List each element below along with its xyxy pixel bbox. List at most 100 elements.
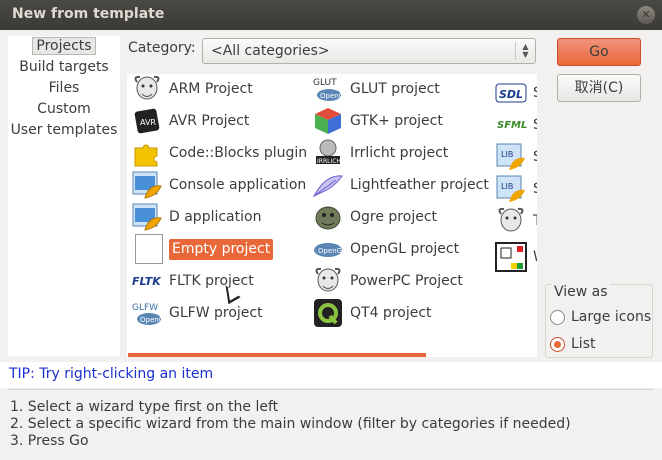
sidebar-item-projects[interactable]: Projects: [8, 36, 120, 57]
cancel-button[interactable]: 取消(C): [557, 74, 641, 102]
svg-text:AVR: AVR: [140, 118, 156, 127]
list-item[interactable]: Code::Blocks plugin: [131, 138, 307, 168]
window-title: New from template: [12, 6, 165, 22]
svg-text:GLFW: GLFW: [132, 303, 158, 313]
list-item[interactable]: GTK+ project: [312, 106, 443, 136]
list-radio[interactable]: List: [550, 336, 595, 352]
horizontal-scrollbar[interactable]: [128, 353, 426, 357]
list-item[interactable]: ARM Project: [131, 74, 253, 104]
list-item[interactable]: GLUT OpenGL GLUT project: [312, 74, 440, 104]
list-item[interactable]: D application: [131, 202, 261, 232]
glfw-opengl-icon: GLFW OpenGL: [131, 298, 168, 328]
category-value: <All categories>: [211, 43, 330, 59]
view-as-legend: View as: [552, 284, 610, 300]
list-item-label: S: [533, 181, 537, 197]
list-item-label: Lightfeather project: [350, 177, 489, 193]
list-item-label: GLFW project: [169, 305, 263, 321]
list-item-label: ARM Project: [169, 81, 253, 97]
feather-icon: [312, 170, 344, 200]
close-button[interactable]: ✕: [637, 6, 655, 24]
svg-text:OpenGL: OpenGL: [318, 247, 344, 255]
sidebar-item-files[interactable]: Files: [8, 78, 120, 99]
sfml-icon: SFML: [495, 110, 527, 140]
list-item[interactable]: SDL S: [495, 78, 537, 108]
list-item[interactable]: SFML S: [495, 110, 537, 140]
tip-bar: TIP: Try right-clicking an item: [0, 362, 662, 388]
large-icons-label: Large icons: [571, 309, 652, 325]
radio-off-icon: [550, 309, 565, 325]
gtk-cube-icon: [312, 106, 344, 136]
list-item[interactable]: LIB S: [495, 174, 537, 204]
list-item-label: PowerPC Project: [350, 273, 463, 289]
tip-text: TIP: Try right-clicking an item: [9, 366, 214, 382]
avr-chip-icon: AVR: [131, 106, 163, 136]
list-item-selected[interactable]: Empty project: [131, 234, 274, 264]
list-item-label: T: [533, 213, 537, 229]
category-select[interactable]: <All categories> ▲ ▼: [202, 38, 536, 64]
sidebar-item-user-templates[interactable]: User templates: [8, 120, 120, 141]
list-item-label: D application: [169, 209, 262, 225]
list-item[interactable]: PowerPC Project: [312, 266, 463, 296]
list-item-label: GLUT project: [350, 81, 440, 97]
list-item-label: S: [533, 85, 537, 101]
list-item[interactable]: AVR AVR Project: [131, 106, 249, 136]
puzzle-piece-icon: [131, 138, 163, 168]
list-item-label: Code::Blocks plugin: [169, 145, 308, 161]
gnu-icon: [312, 266, 344, 296]
list-item[interactable]: T: [495, 206, 537, 236]
svg-text:LIB: LIB: [501, 150, 513, 159]
list-item[interactable]: Console application: [131, 170, 306, 200]
gnu-icon: [131, 74, 163, 104]
qt-icon: [312, 298, 344, 328]
library-icon: LIB: [495, 142, 527, 172]
shell-window-icon: [131, 170, 163, 200]
list-item[interactable]: Ogre project: [312, 202, 437, 232]
glut-opengl-icon: GLUT OpenGL: [312, 74, 348, 104]
list-item[interactable]: QT4 project: [312, 298, 432, 328]
category-label: Category:: [128, 40, 196, 56]
library-icon: LIB: [495, 174, 527, 204]
gnu-icon: [495, 206, 527, 236]
shell-window-icon: [131, 202, 163, 232]
title-bar: New from template ✕: [0, 0, 662, 30]
instruction-step: 3. Press Go: [10, 433, 89, 449]
list-item-label: S: [533, 149, 537, 165]
blank-page-icon: [131, 234, 163, 264]
irrlicht-icon: IRRLICHT: [312, 138, 345, 168]
list-item[interactable]: LIB S: [495, 142, 537, 172]
template-type-list: Projects Build targets Files Custom User…: [8, 36, 120, 356]
ogre-icon: [312, 202, 344, 232]
list-label: List: [571, 336, 596, 352]
svg-text:IRRLICHT: IRRLICHT: [317, 158, 344, 165]
instructions: 1. Select a wizard type first on the lef…: [10, 399, 571, 450]
close-icon: ✕: [641, 8, 651, 21]
svg-text:OpenGL: OpenGL: [320, 92, 344, 100]
list-item[interactable]: IRRLICHT Irrlicht project: [312, 138, 448, 168]
list-item[interactable]: W: [495, 242, 537, 272]
sidebar-item-build-targets[interactable]: Build targets: [8, 57, 120, 78]
svg-text:OpenGL: OpenGL: [140, 316, 163, 324]
svg-text:SFML: SFML: [497, 120, 527, 131]
list-item-label: Console application: [169, 177, 307, 193]
window-layout-icon: [495, 242, 527, 272]
large-icons-radio[interactable]: Large icons: [550, 309, 651, 325]
sidebar-item-custom[interactable]: Custom: [8, 99, 120, 120]
radio-on-icon: [550, 336, 565, 352]
list-item-label: W: [533, 249, 537, 265]
instruction-step: 2. Select a specific wizard from the mai…: [10, 416, 571, 432]
list-item-label: FLTK project: [169, 273, 254, 289]
opengl-icon: OpenGL: [312, 234, 346, 264]
list-item[interactable]: OpenGL OpenGL project: [312, 234, 459, 264]
divider: [8, 389, 654, 390]
list-item[interactable]: Lightfeather project: [312, 170, 489, 200]
list-item-label: Irrlicht project: [350, 145, 449, 161]
list-item-label: Empty project: [169, 238, 274, 260]
view-as-group: View as Large icons List: [545, 284, 653, 358]
project-list[interactable]: ARM Project AVR AVR Project Code::Blocks…: [127, 74, 537, 357]
list-item[interactable]: GLFW OpenGL GLFW project: [131, 298, 263, 328]
list-item-label: OpenGL project: [350, 241, 460, 257]
go-button[interactable]: Go: [557, 38, 641, 66]
sdl-icon: SDL: [495, 78, 527, 108]
fltk-icon: FLTK: [131, 266, 163, 296]
list-item-label: QT4 project: [350, 305, 432, 321]
